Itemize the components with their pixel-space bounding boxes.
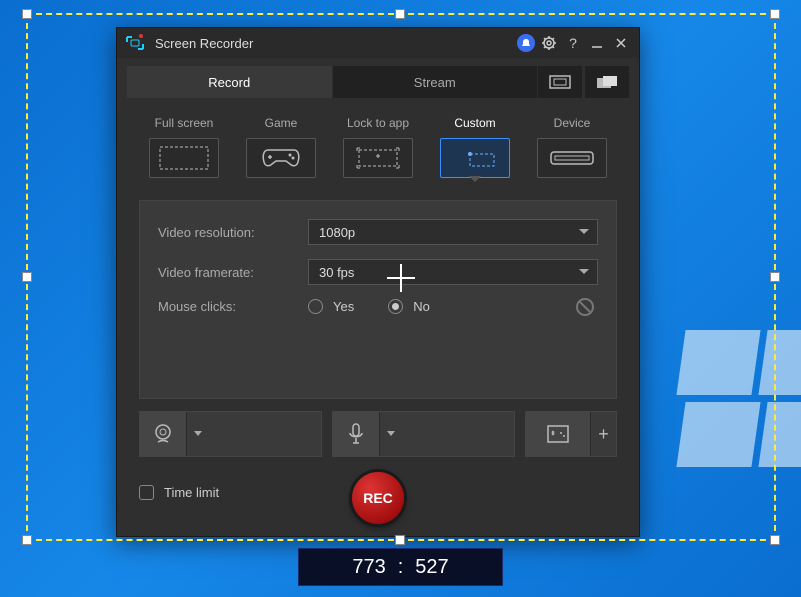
resolution-value: 1080p	[319, 225, 355, 240]
disabled-icon	[576, 298, 594, 316]
resize-handle-se[interactable]	[770, 535, 780, 545]
microphone-icon	[333, 412, 379, 456]
minimize-button[interactable]	[587, 33, 607, 53]
dimensions-readout[interactable]: 773 : 527	[298, 548, 503, 586]
tab-bar: Record Stream	[127, 66, 629, 98]
mode-lock-to-app[interactable]: Lock to app	[339, 116, 417, 178]
framerate-value: 30 fps	[319, 265, 354, 280]
tab-stream[interactable]: Stream	[333, 66, 538, 98]
mouseclicks-radio-yes[interactable]	[308, 299, 323, 314]
framerate-select[interactable]: 30 fps	[308, 259, 598, 285]
overlay-source-button[interactable]: +	[525, 411, 617, 457]
webcam-dropdown-icon[interactable]	[186, 412, 208, 456]
source-panel: +	[117, 399, 639, 467]
window-title: Screen Recorder	[155, 36, 513, 51]
center-crosshair-icon[interactable]	[387, 264, 415, 292]
custom-region-icon	[440, 138, 510, 178]
mode-label: Full screen	[145, 116, 223, 130]
mic-dropdown-icon[interactable]	[379, 412, 401, 456]
mouseclicks-label: Mouse clicks:	[158, 299, 308, 314]
notification-bell-icon[interactable]	[517, 34, 535, 52]
record-button[interactable]: REC	[352, 472, 404, 524]
resize-handle-sw[interactable]	[22, 535, 32, 545]
rec-label: REC	[363, 490, 393, 506]
no-label: No	[413, 299, 430, 314]
resolution-select[interactable]: 1080p	[308, 219, 598, 245]
windows-logo	[681, 330, 801, 490]
resize-handle-s[interactable]	[395, 535, 405, 545]
gamepad-icon	[246, 138, 316, 178]
timelimit-checkbox[interactable]	[139, 485, 154, 500]
tab-record[interactable]: Record	[127, 66, 332, 98]
footer: Time limit REC	[117, 467, 639, 518]
resize-handle-e[interactable]	[770, 272, 780, 282]
capture-mode-row: Full screen Game Lock to app Custom Devi…	[117, 98, 639, 190]
mode-label: Device	[533, 116, 611, 130]
separator: :	[398, 556, 404, 579]
webcam-source-button[interactable]	[139, 411, 322, 457]
yes-label: Yes	[333, 299, 354, 314]
mode-device[interactable]: Device	[533, 116, 611, 178]
resize-handle-nw[interactable]	[22, 9, 32, 19]
crop-mode-button[interactable]	[538, 66, 582, 98]
width-value: 773	[352, 556, 385, 579]
resize-handle-w[interactable]	[22, 272, 32, 282]
add-overlay-icon[interactable]: +	[590, 412, 616, 456]
webcam-icon	[140, 412, 186, 456]
overlay-icon	[526, 412, 590, 456]
screen-recorder-window: Screen Recorder ? Record Stream Full sc	[116, 27, 640, 537]
timelimit-label: Time limit	[164, 485, 219, 500]
settings-panel: Video resolution: 1080p Video framerate:…	[139, 200, 617, 399]
help-icon[interactable]: ?	[563, 33, 583, 53]
mic-source-button[interactable]	[332, 411, 515, 457]
mode-game[interactable]: Game	[242, 116, 320, 178]
mode-label: Lock to app	[339, 116, 417, 130]
titlebar[interactable]: Screen Recorder ?	[117, 28, 639, 58]
mode-fullscreen[interactable]: Full screen	[145, 116, 223, 178]
device-icon	[537, 138, 607, 178]
mode-custom[interactable]: Custom	[436, 116, 514, 178]
height-value: 527	[415, 556, 448, 579]
resize-handle-n[interactable]	[395, 9, 405, 19]
mouseclicks-radio-no[interactable]	[388, 299, 403, 314]
app-logo-icon	[125, 33, 145, 53]
mode-label: Game	[242, 116, 320, 130]
close-button[interactable]	[611, 33, 631, 53]
settings-gear-icon[interactable]	[539, 33, 559, 53]
resolution-label: Video resolution:	[158, 225, 308, 240]
mode-label: Custom	[436, 116, 514, 130]
fullscreen-icon	[149, 138, 219, 178]
lock-app-icon	[343, 138, 413, 178]
multi-window-button[interactable]	[585, 66, 629, 98]
framerate-label: Video framerate:	[158, 265, 308, 280]
resize-handle-ne[interactable]	[770, 9, 780, 19]
